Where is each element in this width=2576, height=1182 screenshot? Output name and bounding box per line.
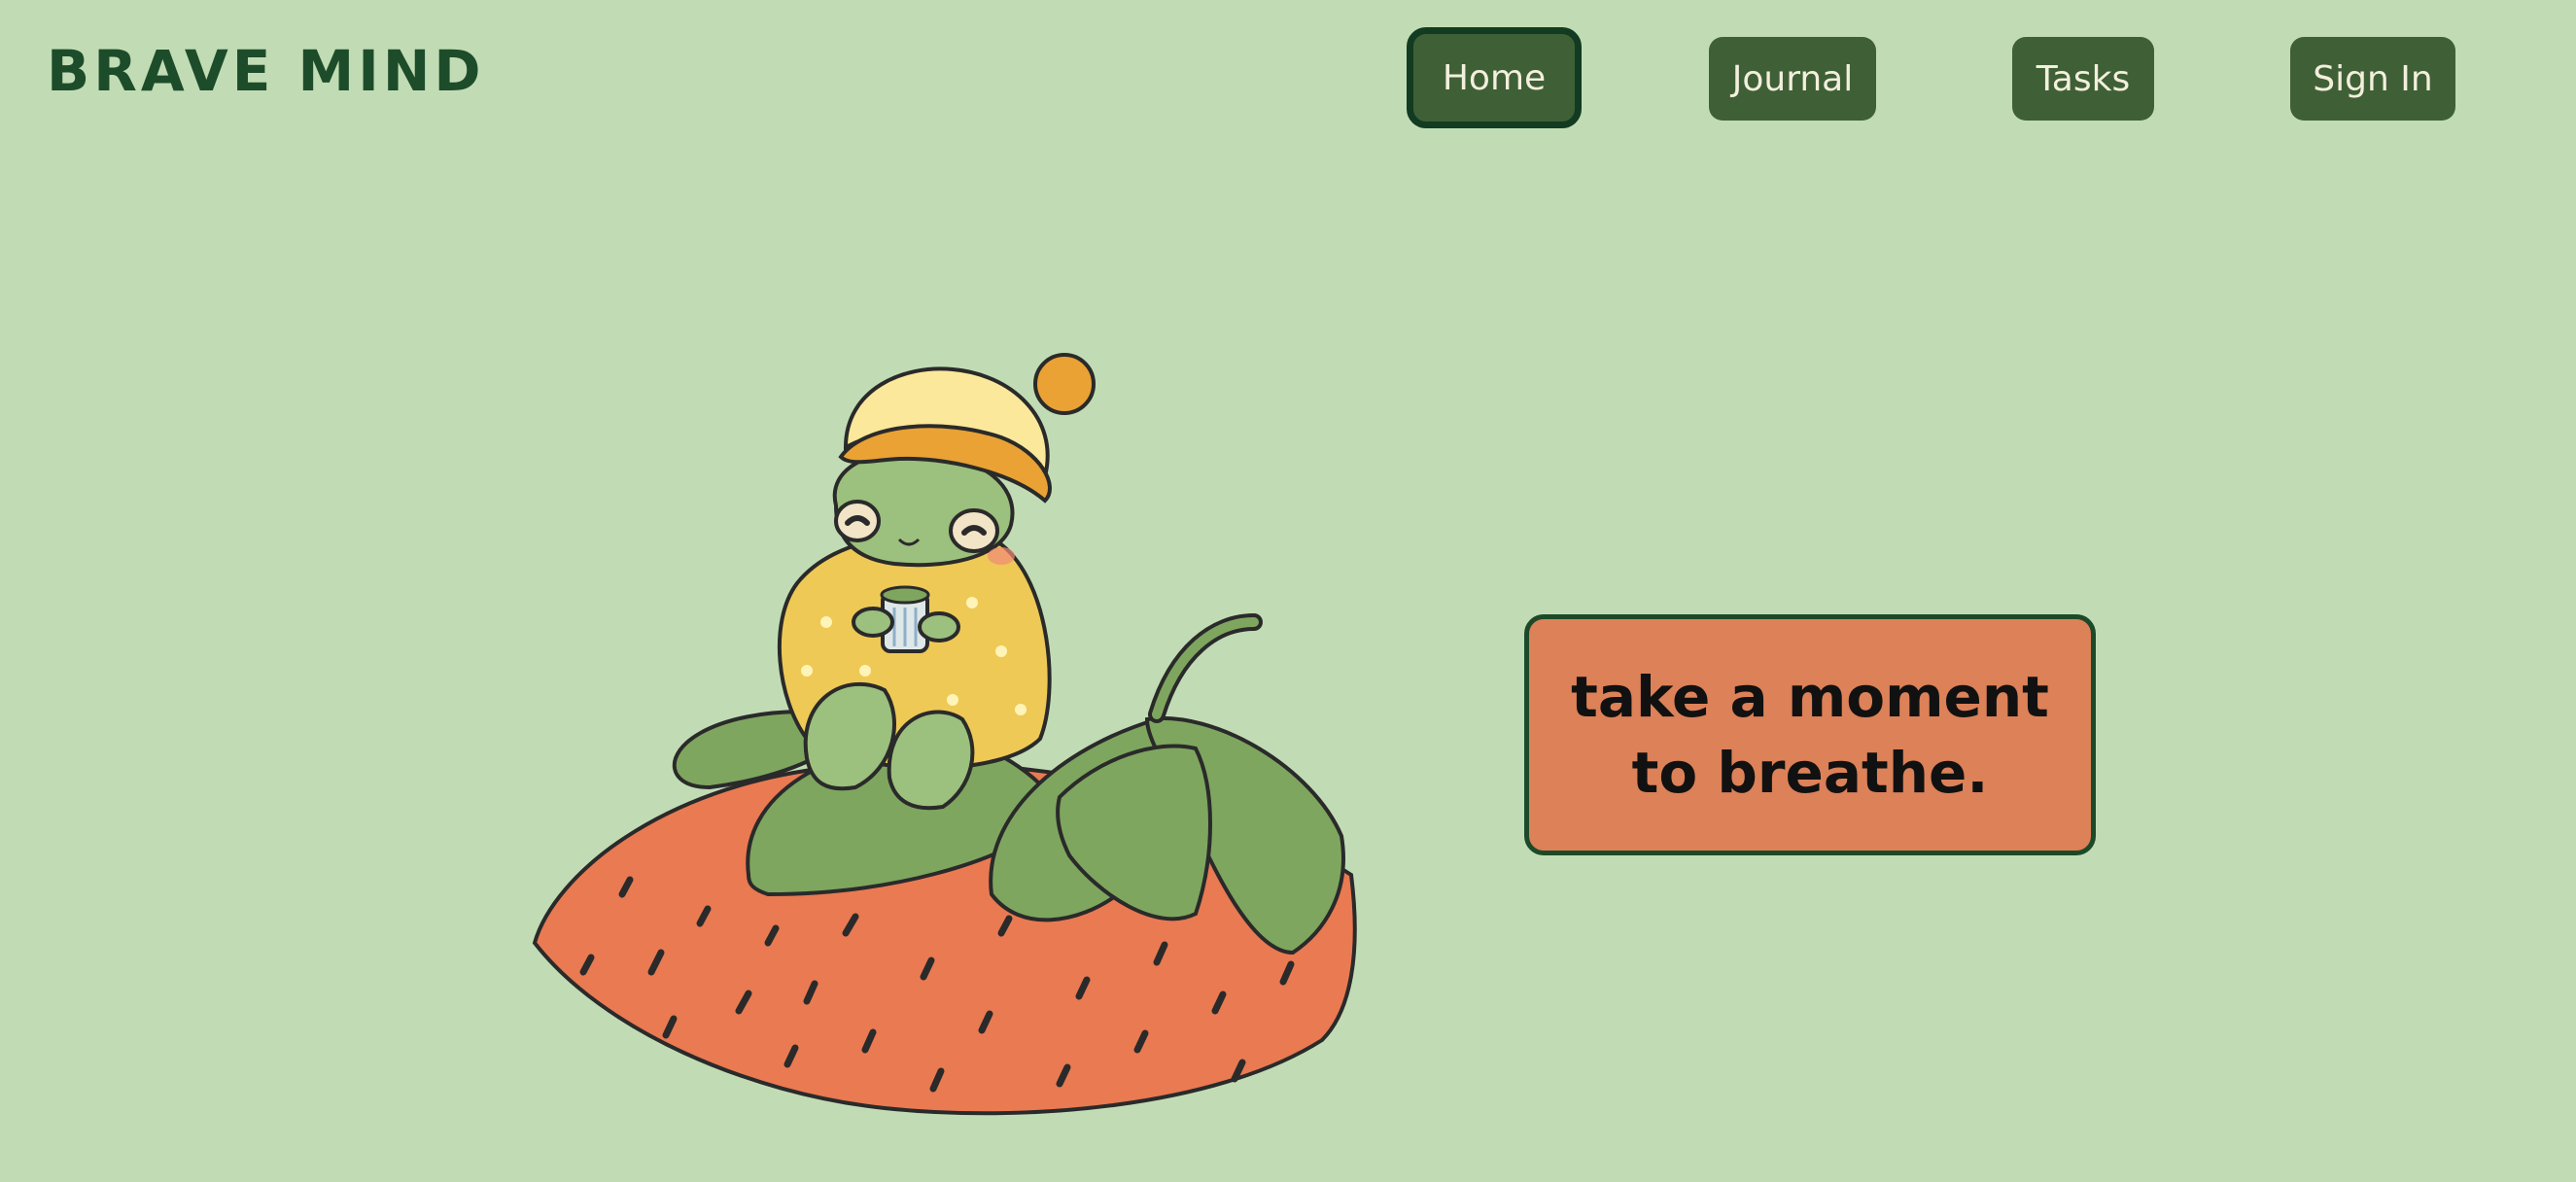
nav-home-button[interactable]: Home (1407, 27, 1582, 128)
frog-on-strawberry-illustration (515, 330, 1390, 1128)
quote-card: take a moment to breathe. (1524, 614, 2096, 855)
pompom (1033, 353, 1096, 415)
nav-journal-button[interactable]: Journal (1709, 37, 1876, 121)
quote-text: take a moment to breathe. (1571, 663, 2049, 806)
nav-tasks-button[interactable]: Tasks (2012, 37, 2154, 121)
page: BRAVE MIND Home Journal Tasks Sign In ta… (0, 0, 2576, 1182)
brand-logo[interactable]: BRAVE MIND (47, 43, 485, 99)
nav-sign-in-button[interactable]: Sign In (2290, 37, 2455, 121)
